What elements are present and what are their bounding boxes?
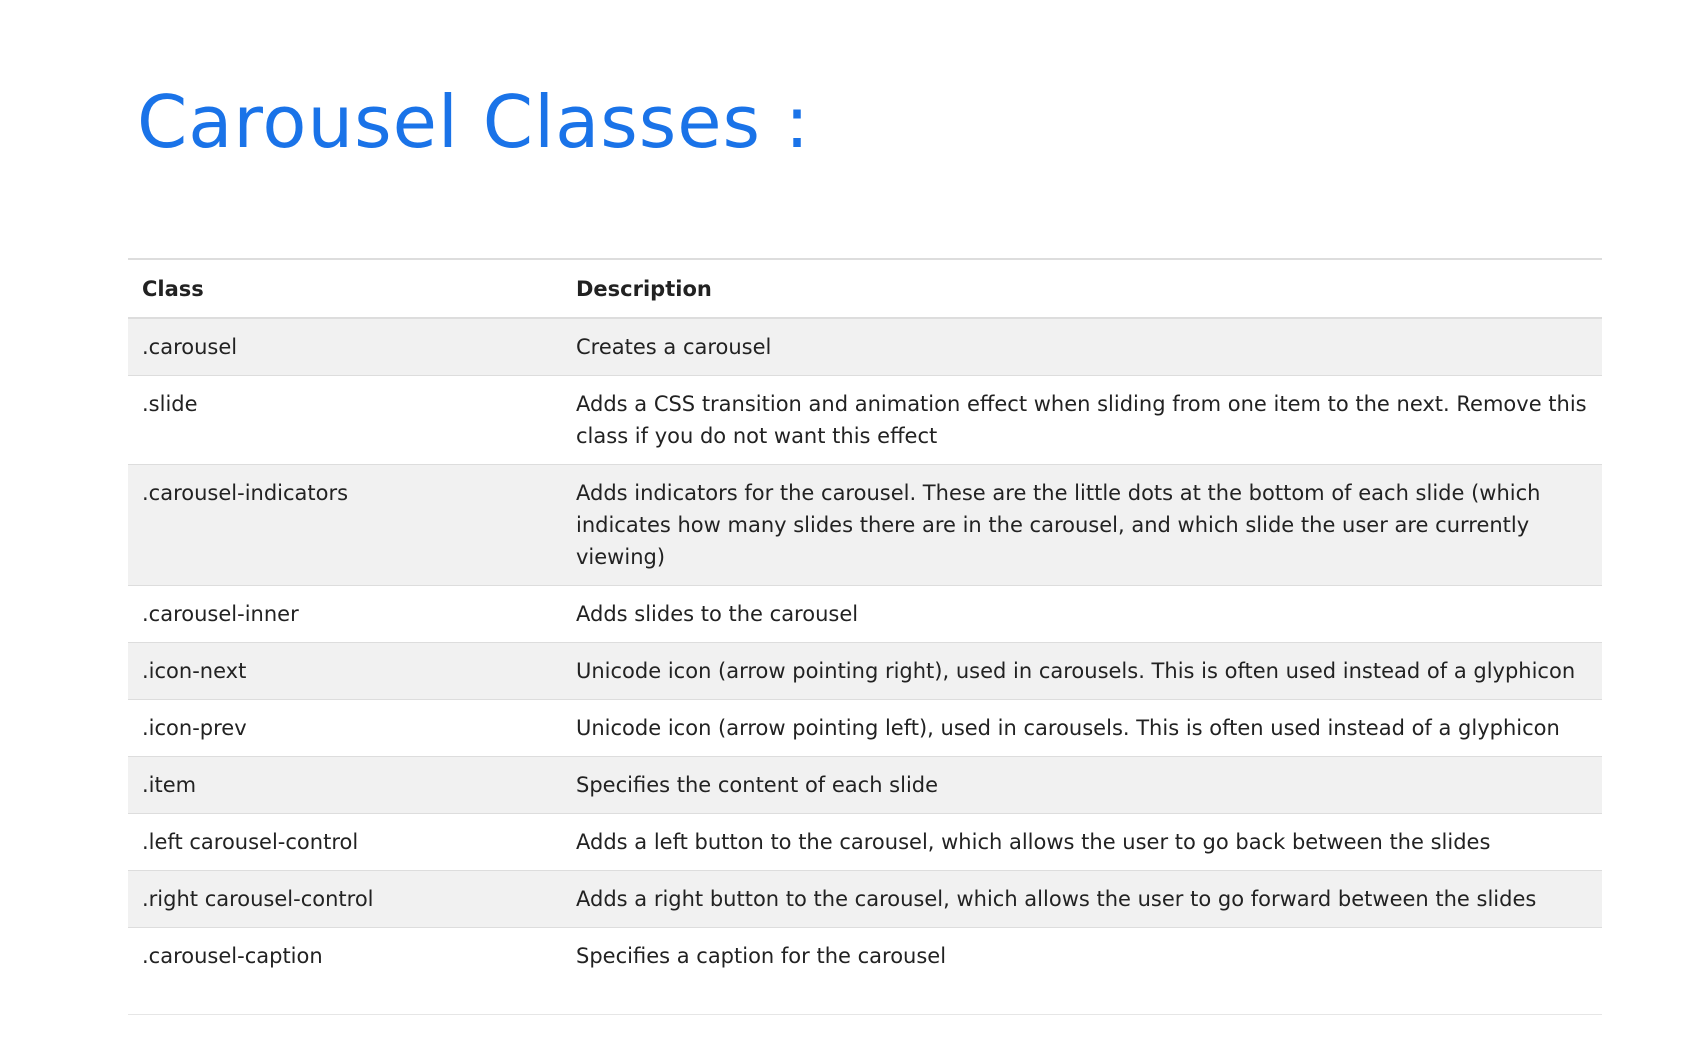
table-row: .left carousel-control Adds a left butto… (128, 813, 1602, 871)
table-row: .icon-prev Unicode icon (arrow pointing … (128, 699, 1602, 757)
table-row: .carousel Creates a carousel (128, 318, 1602, 376)
cell-class: .right carousel-control (128, 870, 562, 928)
header-description: Description (562, 260, 1602, 319)
cell-description: Creates a carousel (562, 318, 1602, 376)
classes-table-container: Class Description .carousel Creates a ca… (128, 258, 1602, 1015)
cell-description: Unicode icon (arrow pointing left), used… (562, 699, 1602, 757)
cell-class: .carousel-caption (128, 927, 562, 1014)
cell-description: Specifies a caption for the carousel (562, 927, 1602, 1014)
table-header-row: Class Description (128, 260, 1602, 319)
table-body: .carousel Creates a carousel .slide Adds… (128, 318, 1602, 1014)
cell-class: .carousel-inner (128, 585, 562, 643)
cell-description: Adds a CSS transition and animation effe… (562, 375, 1602, 465)
table-row: .slide Adds a CSS transition and animati… (128, 375, 1602, 465)
cell-class: .item (128, 756, 562, 814)
table-row: .item Specifies the content of each slid… (128, 756, 1602, 814)
cell-class: .left carousel-control (128, 813, 562, 871)
cell-description: Adds slides to the carousel (562, 585, 1602, 643)
cell-description: Adds indicators for the carousel. These … (562, 464, 1602, 586)
table-row: .carousel-indicators Adds indicators for… (128, 464, 1602, 586)
cell-description: Adds a right button to the carousel, whi… (562, 870, 1602, 928)
classes-table: Class Description .carousel Creates a ca… (128, 260, 1602, 1014)
cell-class: .carousel-indicators (128, 464, 562, 586)
cell-class: .icon-next (128, 642, 562, 700)
table-row: .icon-next Unicode icon (arrow pointing … (128, 642, 1602, 700)
table-row: .carousel-inner Adds slides to the carou… (128, 585, 1602, 643)
cell-description: Adds a left button to the carousel, whic… (562, 813, 1602, 871)
table-row: .right carousel-control Adds a right but… (128, 870, 1602, 928)
cell-description: Specifies the content of each slide (562, 756, 1602, 814)
cell-description: Unicode icon (arrow pointing right), use… (562, 642, 1602, 700)
header-class: Class (128, 260, 562, 319)
page-title: Carousel Classes : (137, 80, 811, 164)
cell-class: .slide (128, 375, 562, 465)
cell-class: .icon-prev (128, 699, 562, 757)
cell-class: .carousel (128, 318, 562, 376)
table-header: Class Description (128, 260, 1602, 319)
table-row: .carousel-caption Specifies a caption fo… (128, 927, 1602, 1014)
